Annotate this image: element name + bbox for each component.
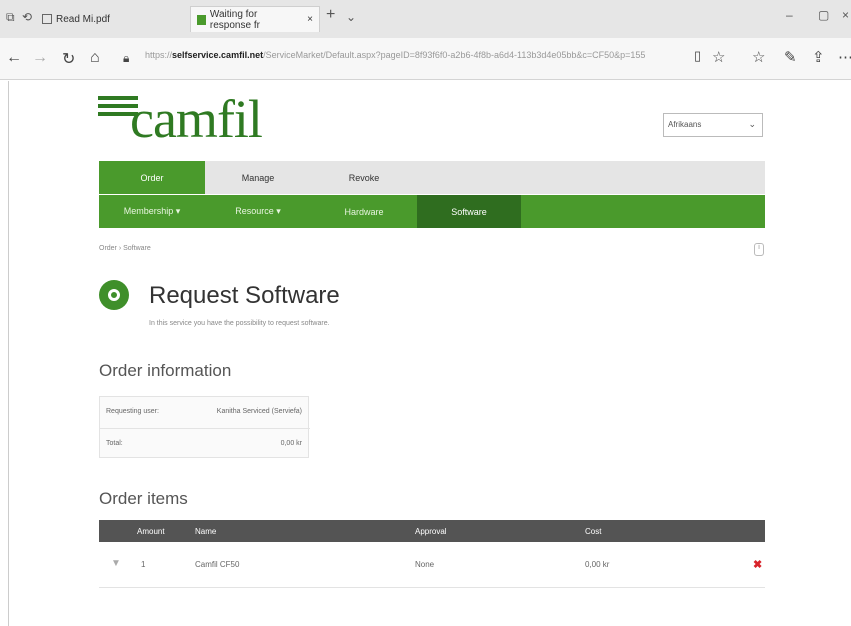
menu-revoke[interactable]: Revoke: [311, 161, 417, 194]
url-host: selfservice.camfil.net: [172, 50, 264, 60]
pen-icon[interactable]: ✎: [784, 48, 797, 66]
item-cost: 0,00 kr: [585, 560, 610, 569]
back-icon[interactable]: ←: [6, 49, 22, 67]
info-icon[interactable]: i: [754, 243, 764, 256]
info-row: Requesting user: Kanitha Serviced (Servi…: [100, 397, 310, 428]
service-icon: [99, 280, 129, 310]
order-items-header: Amount Name Approval Cost: [99, 520, 765, 542]
info-value: 0,00 kr: [280, 440, 302, 447]
delete-icon[interactable]: ✖: [753, 558, 762, 571]
language-select[interactable]: Afrikaans ⌄: [663, 113, 763, 137]
submenu-membership[interactable]: Membership ▾: [99, 195, 205, 228]
share-icon[interactable]: ⇪: [812, 48, 825, 66]
breadcrumb[interactable]: Order › Software: [99, 245, 151, 252]
close-window-icon[interactable]: ×: [842, 8, 849, 22]
item-name: Camfil CF50: [195, 560, 240, 569]
browser-address-bar: ← → ↻ ⌂ 🔒︎ https://selfservice.camfil.ne…: [0, 38, 851, 80]
item-approval: None: [415, 560, 435, 569]
menu-manage[interactable]: Manage: [205, 161, 311, 194]
page-subtitle: In this service you have the possibility…: [149, 320, 330, 327]
browser-tab-active[interactable]: Waiting for response fr ×: [190, 6, 320, 32]
menu-order[interactable]: Order: [99, 161, 205, 194]
logo-text: camfil: [130, 89, 263, 149]
info-value: Kanitha Serviced (Serviefa): [216, 408, 302, 415]
col-approval: Approval: [415, 527, 447, 536]
favorite-star-icon[interactable]: ☆: [712, 48, 725, 66]
page-title: Request Software: [149, 282, 340, 309]
filter-icon[interactable]: ▼: [111, 558, 121, 569]
info-label: Requesting user:: [106, 408, 159, 415]
submenu-resource[interactable]: Resource ▾: [205, 195, 311, 228]
browser-tab-bar: ⧉ ⟲ Read Mi.pdf Waiting for response fr …: [0, 0, 851, 38]
pdf-icon: [42, 14, 52, 24]
col-cost: Cost: [585, 527, 602, 536]
url-field[interactable]: https://selfservice.camfil.net/ServiceMa…: [145, 50, 685, 68]
language-value: Afrikaans: [668, 120, 702, 129]
submenu-hardware[interactable]: Hardware: [311, 195, 417, 228]
lock-icon: 🔒︎: [123, 51, 130, 65]
order-information-table: Requesting user: Kanitha Serviced (Servi…: [99, 396, 310, 459]
forward-icon[interactable]: →: [32, 49, 48, 67]
table-row: ▼ 1 Camfil CF50 None 0,00 kr ✖: [99, 542, 765, 588]
new-tab-icon[interactable]: +: [326, 6, 335, 24]
info-row: Total: 0,00 kr: [100, 428, 310, 459]
tab-list-chevron-icon[interactable]: ⌄: [346, 10, 356, 24]
chevron-down-icon: ⌄: [748, 119, 756, 129]
home-icon[interactable]: ⌂: [90, 49, 100, 67]
info-label: Total:: [106, 440, 123, 447]
submenu-software[interactable]: Software: [417, 195, 521, 228]
order-information-heading: Order information: [99, 361, 232, 380]
order-items-heading: Order items: [99, 489, 188, 508]
url-scheme: https://: [145, 50, 173, 60]
page-icon: [197, 14, 206, 25]
reading-list-icon[interactable]: ⟲: [22, 10, 32, 24]
browser-tab-pdf[interactable]: Read Mi.pdf: [36, 6, 146, 32]
reading-view-icon[interactable]: ▯: [694, 48, 701, 64]
col-name: Name: [195, 527, 217, 536]
url-path: /ServiceMarket/Default.aspx?pageID=8f93f…: [263, 50, 646, 60]
tab-label: Read Mi.pdf: [56, 13, 110, 25]
sub-menu: Membership ▾ Resource ▾ Hardware Softwar…: [99, 195, 765, 228]
maximize-icon[interactable]: ▢: [818, 8, 829, 22]
col-amount: Amount: [137, 527, 165, 536]
more-icon[interactable]: ⋯: [838, 48, 851, 66]
tab-actions-icon[interactable]: ⧉: [6, 10, 15, 25]
tab-label: Waiting for response fr: [209, 8, 260, 31]
favorites-hub-icon[interactable]: ☆: [752, 48, 765, 66]
refresh-icon[interactable]: ↻: [62, 49, 75, 69]
minimize-icon[interactable]: –: [786, 8, 793, 22]
camfil-logo[interactable]: camfil: [98, 84, 278, 149]
main-menu: Order Manage Revoke: [99, 161, 765, 194]
close-tab-icon[interactable]: ×: [307, 14, 313, 25]
item-amount: 1: [141, 560, 146, 569]
